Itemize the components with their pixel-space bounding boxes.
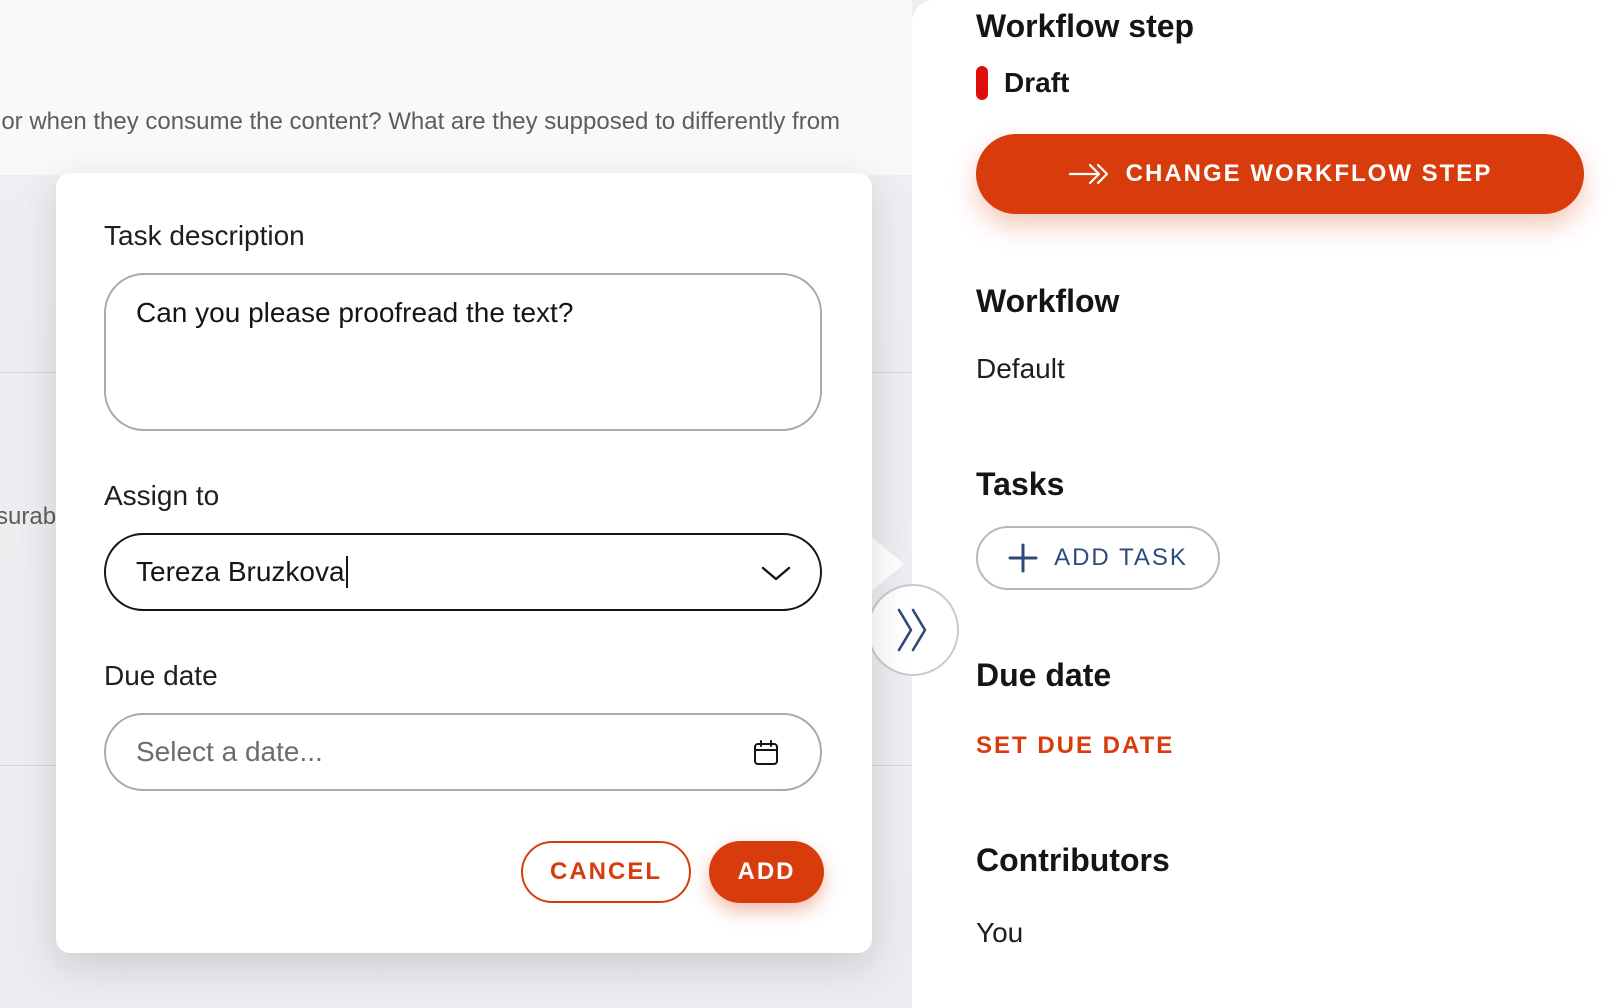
contributors-heading: Contributors <box>976 842 1170 878</box>
change-workflow-step-label: CHANGE WORKFLOW STEP <box>1125 160 1493 187</box>
background-paragraph: ior when they consume the content? What … <box>0 108 841 135</box>
due-date-placeholder: Select a date... <box>136 736 323 767</box>
workflow-value: Default <box>976 353 1065 384</box>
change-workflow-step-button[interactable]: CHANGE WORKFLOW STEP <box>976 134 1584 214</box>
workflow-status: Draft <box>976 66 1069 100</box>
add-task-popup: Task description Can you please proofrea… <box>56 173 872 953</box>
task-description-value: Can you please proofread the text? <box>136 297 574 328</box>
add-task-label: ADD TASK <box>1054 544 1188 571</box>
add-button[interactable]: ADD <box>709 841 824 903</box>
assign-to-value: Tereza Bruzkova <box>136 556 345 587</box>
assign-to-label: Assign to <box>104 480 220 511</box>
chevron-down-icon[interactable] <box>760 559 792 587</box>
set-due-date-link[interactable]: SET DUE DATE <box>976 732 1174 760</box>
plus-icon <box>1008 543 1038 573</box>
due-date-heading: Due date <box>976 657 1112 693</box>
add-task-button[interactable]: ADD TASK <box>976 526 1220 590</box>
due-date-label: Due date <box>104 660 218 691</box>
double-chevron-right-icon <box>897 608 927 652</box>
status-label: Draft <box>1004 67 1070 98</box>
text-caret <box>345 556 348 588</box>
collapse-sidebar-button[interactable] <box>867 584 959 676</box>
status-indicator <box>976 66 988 100</box>
content-top-band <box>0 0 912 175</box>
background-text-fragment: surab <box>0 503 57 530</box>
due-date-input[interactable]: Select a date... <box>104 713 822 791</box>
arrow-right-double-chevron-icon <box>1068 163 1108 185</box>
calendar-icon[interactable] <box>752 739 780 767</box>
task-description-textarea[interactable]: Can you please proofread the text? <box>104 273 822 431</box>
workflow-heading: Workflow <box>976 283 1120 319</box>
tasks-heading: Tasks <box>976 466 1065 502</box>
cancel-button[interactable]: CANCEL <box>521 841 691 903</box>
workflow-step-heading: Workflow step <box>976 8 1195 44</box>
contributors-value: You <box>976 917 1024 948</box>
task-description-label: Task description <box>104 220 305 251</box>
assign-to-select[interactable]: Tereza Bruzkova <box>104 533 822 611</box>
popup-pointer <box>868 534 904 594</box>
workflow-sidebar: Workflow step Draft CHANGE WORKFLOW STEP… <box>912 0 1624 1008</box>
